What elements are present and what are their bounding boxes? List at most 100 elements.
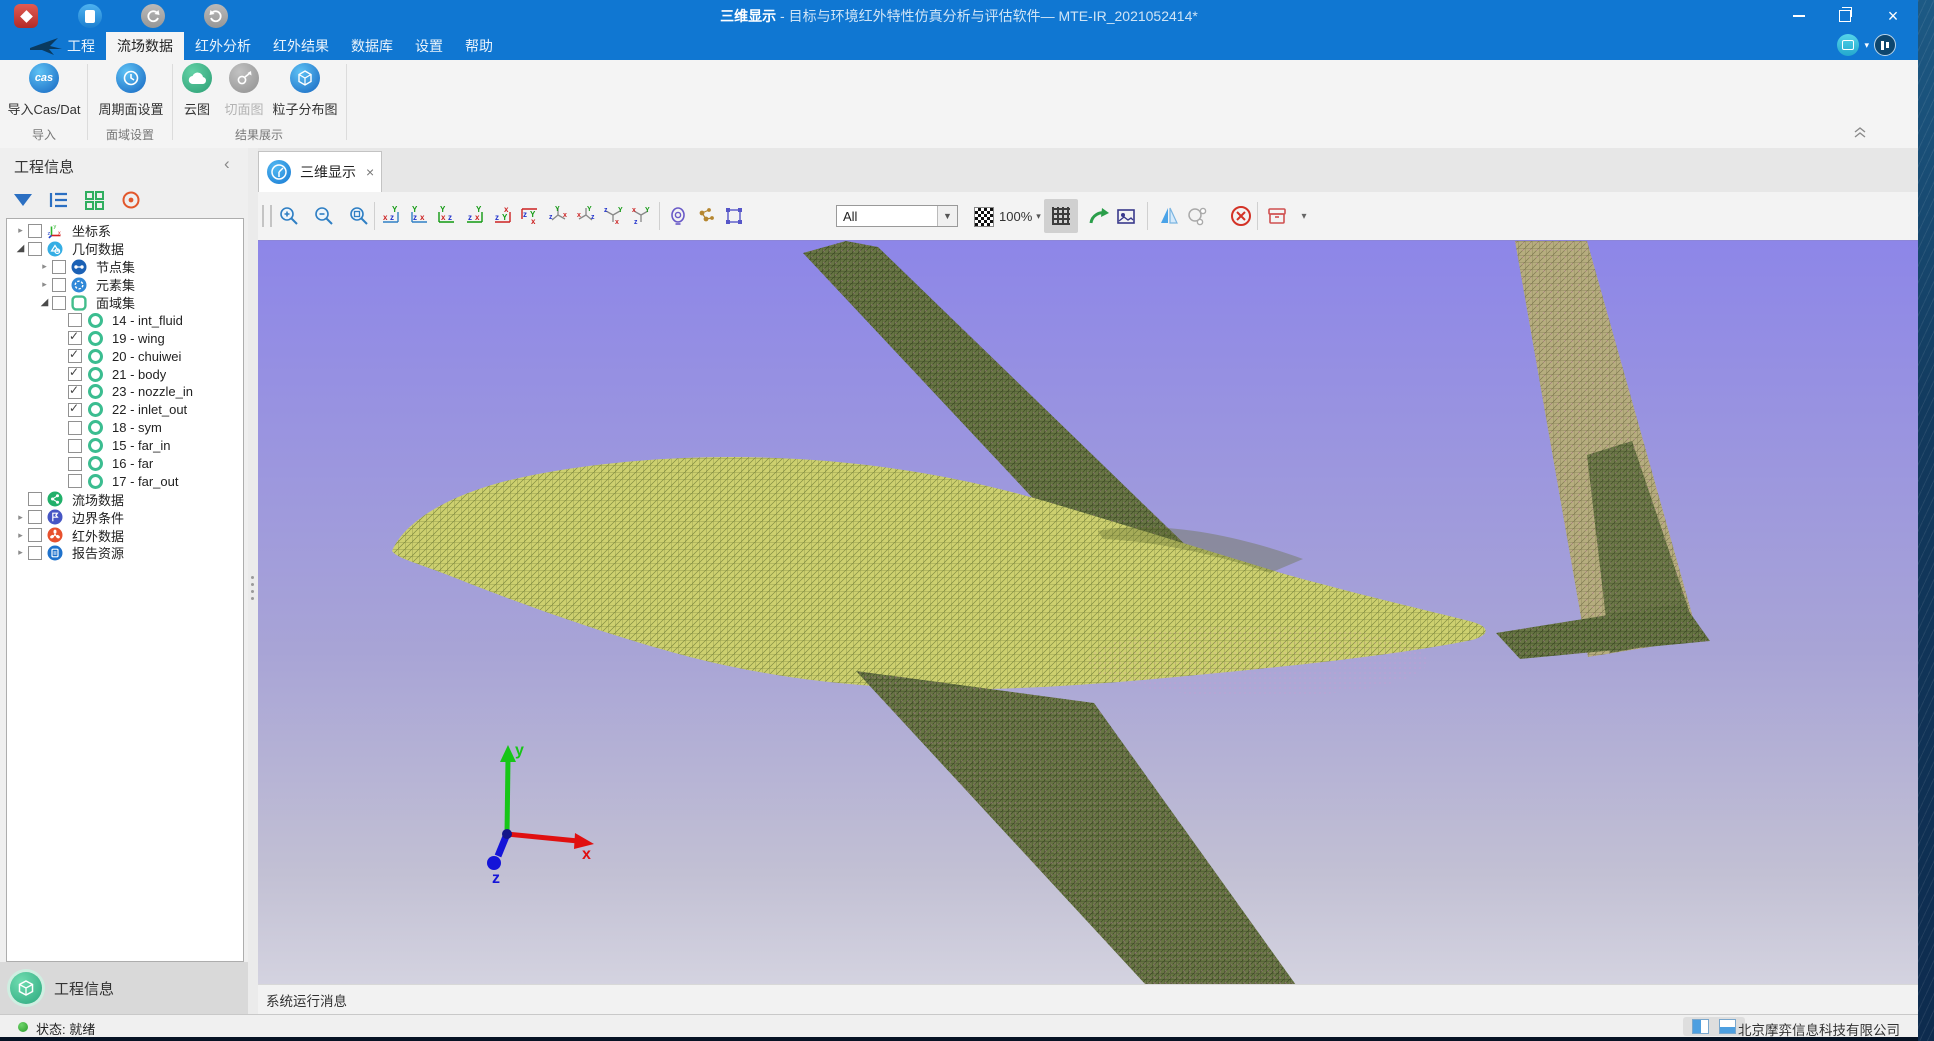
tab-3d-display[interactable]: 三维显示 × — [258, 151, 382, 192]
transparency-checker-icon[interactable] — [974, 207, 994, 227]
minimize-button[interactable] — [1776, 0, 1822, 32]
collapse-panel-icon[interactable]: ‹ — [224, 154, 230, 174]
zoom-fit-icon[interactable] — [347, 204, 371, 228]
menu-item-ir-results[interactable]: 红外结果 — [262, 32, 340, 60]
dock-bottom-icon[interactable] — [1719, 1019, 1736, 1034]
restore-button[interactable] — [1822, 0, 1868, 32]
expander-icon[interactable] — [37, 279, 52, 290]
expander-icon[interactable] — [13, 243, 28, 254]
tree-item-flowfield-data[interactable]: 流场数据 — [7, 490, 243, 508]
tree-item-coordinate-system[interactable]: yxz 坐标系 — [7, 222, 243, 240]
checkbox[interactable] — [68, 349, 82, 363]
locate-target-icon[interactable] — [120, 190, 141, 211]
splitter-handle-icon[interactable] — [251, 576, 254, 579]
more-chevron-icon[interactable]: ▾ — [1297, 204, 1311, 228]
tree-item-nozzle-in[interactable]: 23 - nozzle_in — [7, 383, 243, 401]
box-select-icon[interactable] — [722, 204, 746, 228]
checkbox[interactable] — [68, 331, 82, 345]
probe-light-icon[interactable] — [666, 204, 690, 228]
combo-dropdown-icon[interactable]: ▼ — [937, 206, 957, 226]
snapshot-icon[interactable] — [1114, 204, 1138, 228]
menu-item-help[interactable]: 帮助 — [454, 32, 504, 60]
tree-list-icon[interactable] — [48, 190, 69, 211]
view-iso-2-icon[interactable]: Yxz — [575, 204, 597, 226]
zoom-out-icon[interactable] — [312, 204, 336, 228]
system-message-panel[interactable]: 系统运行消息 — [258, 984, 1918, 1015]
dock-left-icon[interactable] — [1692, 1019, 1709, 1034]
close-button[interactable]: × — [1870, 0, 1916, 32]
section-box-icon[interactable] — [1265, 204, 1289, 228]
checkbox[interactable] — [68, 439, 82, 453]
display-filter-combo[interactable]: All ▼ — [836, 205, 958, 227]
checkbox[interactable] — [68, 457, 82, 471]
tree-item-surface-set[interactable]: 面域集 — [7, 294, 243, 312]
tree-item-int-fluid[interactable]: 14 - int_fluid — [7, 311, 243, 329]
menu-item-flowfield[interactable]: 流场数据 — [106, 32, 184, 60]
view-iso-4-icon[interactable]: zYx — [630, 204, 652, 226]
view-bottom-icon[interactable]: zYx — [519, 204, 541, 226]
zoom-in-icon[interactable] — [277, 204, 301, 228]
checkbox[interactable] — [28, 546, 42, 560]
view-top-icon[interactable]: zYx — [492, 204, 514, 226]
checkbox[interactable] — [68, 403, 82, 417]
viewport-3d[interactable]: y x z — [258, 240, 1918, 985]
menu-item-ir-analysis[interactable]: 红外分析 — [184, 32, 262, 60]
view-iso-1-icon[interactable]: Yxz — [547, 204, 569, 226]
view-left-icon[interactable]: xzY — [436, 204, 458, 226]
expander-icon[interactable] — [13, 547, 28, 558]
expander-icon[interactable] — [37, 297, 52, 308]
particle-distribution-button[interactable]: 粒子分布图 — [268, 63, 342, 118]
tree-item-far-out[interactable]: 17 - far_out — [7, 472, 243, 490]
tree-item-boundary-conditions[interactable]: 边界条件 — [7, 508, 243, 526]
expander-icon[interactable] — [13, 225, 28, 236]
project-info-footer-button[interactable]: 工程信息 — [0, 962, 248, 1014]
filter-icon[interactable] — [12, 190, 33, 211]
contour-plot-button[interactable]: 云图 — [175, 63, 219, 118]
checkbox[interactable] — [68, 474, 82, 488]
menu-item-settings[interactable]: 设置 — [404, 32, 454, 60]
tree-item-sym[interactable]: 18 - sym — [7, 419, 243, 437]
checkbox[interactable] — [28, 224, 42, 238]
view-iso-3-icon[interactable]: xYz — [602, 204, 624, 226]
panel-splitter[interactable] — [248, 148, 258, 1014]
tree-item-element-set[interactable]: 元素集 — [7, 276, 243, 294]
checkbox[interactable] — [68, 313, 82, 327]
layout-panels-icon[interactable] — [1874, 34, 1896, 56]
tree-item-inlet-out[interactable]: 22 - inlet_out — [7, 401, 243, 419]
tree-item-chuiwei[interactable]: 20 - chuiwei — [7, 347, 243, 365]
zoom-percent-control[interactable]: 100% ▾ — [999, 204, 1041, 228]
checkbox[interactable] — [68, 421, 82, 435]
tree-item-infrared-data[interactable]: 红外数据 — [7, 526, 243, 544]
view-back-icon[interactable]: zxY — [408, 204, 430, 226]
toolbar-drag-handle[interactable] — [262, 205, 272, 227]
export-arrow-icon[interactable] — [1087, 204, 1111, 228]
collapse-ribbon-icon[interactable] — [1852, 126, 1870, 140]
checkbox[interactable] — [52, 278, 66, 292]
expander-icon[interactable] — [13, 512, 28, 523]
import-cas-dat-button[interactable]: cas 导入Cas/Dat — [4, 63, 84, 118]
checkbox[interactable] — [52, 260, 66, 274]
smooth-group-icon[interactable] — [1185, 204, 1209, 228]
tree-item-far-in[interactable]: 15 - far_in — [7, 437, 243, 455]
tree-item-geometry-data[interactable]: 几何数据 — [7, 240, 243, 258]
particle-trace-icon[interactable] — [694, 204, 718, 228]
grid-toggle-button[interactable] — [1044, 199, 1078, 233]
mirror-icon[interactable] — [1157, 204, 1181, 228]
view-front-icon[interactable]: xzY — [380, 204, 402, 226]
checkbox[interactable] — [28, 528, 42, 542]
view-right-icon[interactable]: zxY — [464, 204, 486, 226]
expander-icon[interactable] — [37, 261, 52, 272]
checkbox[interactable] — [28, 492, 42, 506]
checkbox[interactable] — [68, 367, 82, 381]
expander-icon[interactable] — [13, 530, 28, 541]
tree-item-wing[interactable]: 19 - wing — [7, 329, 243, 347]
tree-item-body[interactable]: 21 - body — [7, 365, 243, 383]
tree-item-node-set[interactable]: 节点集 — [7, 258, 243, 276]
style-switcher-icon[interactable] — [1837, 34, 1859, 56]
periodic-surface-button[interactable]: 周期面设置 — [92, 63, 170, 118]
clear-all-icon[interactable] — [1229, 204, 1253, 228]
tree-item-far[interactable]: 16 - far — [7, 455, 243, 473]
checkbox[interactable] — [68, 385, 82, 399]
tab-close-icon[interactable]: × — [366, 164, 374, 180]
checkbox[interactable] — [52, 296, 66, 310]
